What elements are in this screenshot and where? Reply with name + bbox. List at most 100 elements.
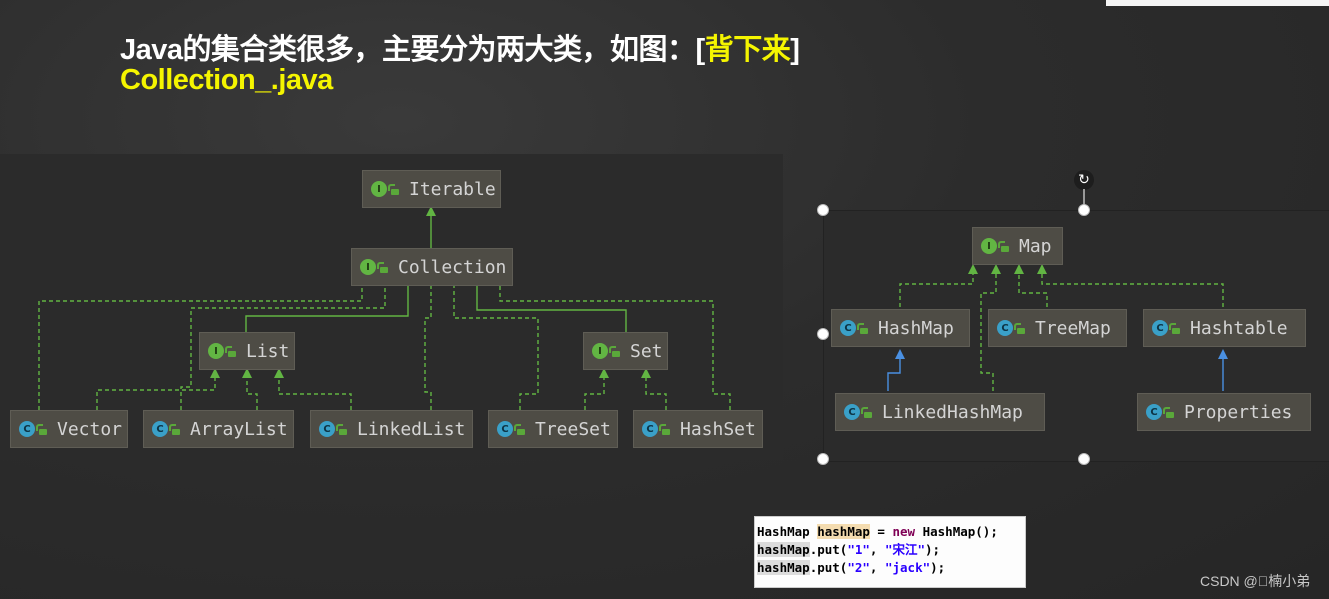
code-op: = [869, 524, 893, 539]
bracket-open: [ [695, 34, 706, 66]
node-set[interactable]: I Set [583, 332, 668, 370]
code-call: .put( [809, 542, 848, 557]
node-treeset[interactable]: C TreeSet [488, 410, 618, 448]
collection-diagram-panel: I Iterable I Collection I List I Set C Vector… [0, 154, 783, 460]
node-label: TreeSet [535, 418, 611, 440]
interface-icon: I [208, 343, 224, 359]
slide-headline: Java的集合类很多，主要分为两大类，如图：[背下来] [120, 26, 800, 68]
resize-handle-top-center[interactable] [1078, 204, 1090, 216]
edge-set-collection [476, 286, 627, 332]
code-var: hashMap [757, 542, 810, 557]
edge-list-collection [245, 286, 409, 332]
class-icon: C [997, 320, 1013, 336]
resize-handle-top-left[interactable] [817, 204, 829, 216]
node-label: Properties [1184, 401, 1293, 423]
code-string: "宋江" [884, 542, 926, 557]
class-icon: C [19, 421, 35, 437]
node-label: Set [630, 340, 663, 362]
node-label: HashMap [878, 317, 954, 339]
headline-text: Java的集合类很多，主要分为两大类，如图： [120, 34, 696, 66]
edge-arraylist-list [246, 370, 258, 410]
node-collection[interactable]: I Collection [351, 248, 513, 286]
edge-linkedhashmap-hashmap [887, 359, 901, 391]
class-icon: C [642, 421, 658, 437]
edge-treeset-collection [453, 286, 539, 410]
class-icon: C [152, 421, 168, 437]
node-linkedlist[interactable]: C LinkedList [310, 410, 473, 448]
code-var: hashMap [757, 560, 810, 575]
rotate-handle-stem [1083, 189, 1085, 205]
node-label: HashSet [680, 418, 756, 440]
map-diagram-panel[interactable]: I Map C HashMap C TreeMap C Hashtable C Linke… [823, 210, 1329, 462]
code-var: hashMap [817, 524, 870, 539]
public-access-icon [388, 183, 399, 195]
code-line-3: hashMap.put("2", "jack"); [757, 559, 1025, 577]
code-type: HashMap [757, 524, 810, 539]
edge-linkedlist-collection [424, 286, 432, 410]
code-keyword: new [892, 524, 916, 539]
node-label: Hashtable [1190, 317, 1288, 339]
node-hashtable[interactable]: C Hashtable [1143, 309, 1306, 347]
public-access-icon [998, 240, 1009, 252]
code-snippet: HashMap hashMap = new HashMap(); hashMap… [754, 516, 1026, 588]
edge-treeset-set [584, 370, 605, 410]
node-arraylist[interactable]: C ArrayList [143, 410, 294, 448]
node-properties[interactable]: C Properties [1137, 393, 1311, 431]
node-hashset[interactable]: C HashSet [633, 410, 763, 448]
public-access-icon [336, 423, 347, 435]
node-label: List [246, 340, 290, 362]
node-label: Iterable [409, 178, 496, 200]
public-access-icon [514, 423, 525, 435]
node-linkedhashmap[interactable]: C LinkedHashMap [835, 393, 1045, 431]
resize-handle-bottom-center[interactable] [1078, 453, 1090, 465]
public-access-icon [36, 423, 47, 435]
code-call: .put( [809, 560, 848, 575]
code-line-1: HashMap hashMap = new HashMap(); [757, 523, 1025, 541]
public-access-icon [377, 261, 388, 273]
rotate-handle-icon[interactable]: ↻ [1074, 170, 1094, 190]
arrowhead [1037, 264, 1047, 274]
code-rest: HashMap(); [915, 524, 998, 539]
node-vector[interactable]: C Vector [10, 410, 128, 448]
node-label: Map [1019, 235, 1052, 257]
code-string: "1" [847, 542, 870, 557]
public-access-icon [1163, 406, 1174, 418]
node-iterable[interactable]: I Iterable [362, 170, 501, 208]
public-access-icon [857, 322, 868, 334]
edge-treemap-map [1018, 273, 1048, 307]
node-map[interactable]: I Map [972, 227, 1063, 265]
interface-icon: I [371, 181, 387, 197]
interface-icon: I [592, 343, 608, 359]
code-end: ); [925, 542, 941, 557]
resize-handle-middle-left[interactable] [817, 328, 829, 340]
edge-vector-list [96, 370, 216, 410]
interface-icon: I [981, 238, 997, 254]
arrowhead [895, 349, 905, 359]
slide-subline: Collection_.java [120, 64, 333, 96]
node-label: Collection [398, 256, 507, 278]
class-icon: C [497, 421, 513, 437]
public-access-icon [169, 423, 180, 435]
public-access-icon [1014, 322, 1025, 334]
node-treemap[interactable]: C TreeMap [988, 309, 1127, 347]
class-icon: C [844, 404, 860, 420]
code-sep: , [869, 560, 885, 575]
node-hashmap[interactable]: C HashMap [831, 309, 970, 347]
class-icon: C [1152, 320, 1168, 336]
class-icon: C [1146, 404, 1162, 420]
arrowhead [968, 264, 978, 274]
edge-linkedlist-list [278, 370, 352, 410]
arrowhead [1014, 264, 1024, 274]
bracket-close: ] [790, 34, 800, 66]
top-white-strip [1106, 0, 1329, 6]
code-sep: , [869, 542, 885, 557]
node-list[interactable]: I List [199, 332, 295, 370]
interface-icon: I [360, 259, 376, 275]
code-line-2: hashMap.put("1", "宋江"); [757, 541, 1025, 559]
edge-hashset-set [645, 370, 667, 410]
resize-handle-bottom-left[interactable] [817, 453, 829, 465]
class-icon: C [840, 320, 856, 336]
code-string: "jack" [884, 560, 931, 575]
public-access-icon [609, 345, 620, 357]
watermark: CSDN @ 楠小弟 [1200, 573, 1311, 589]
